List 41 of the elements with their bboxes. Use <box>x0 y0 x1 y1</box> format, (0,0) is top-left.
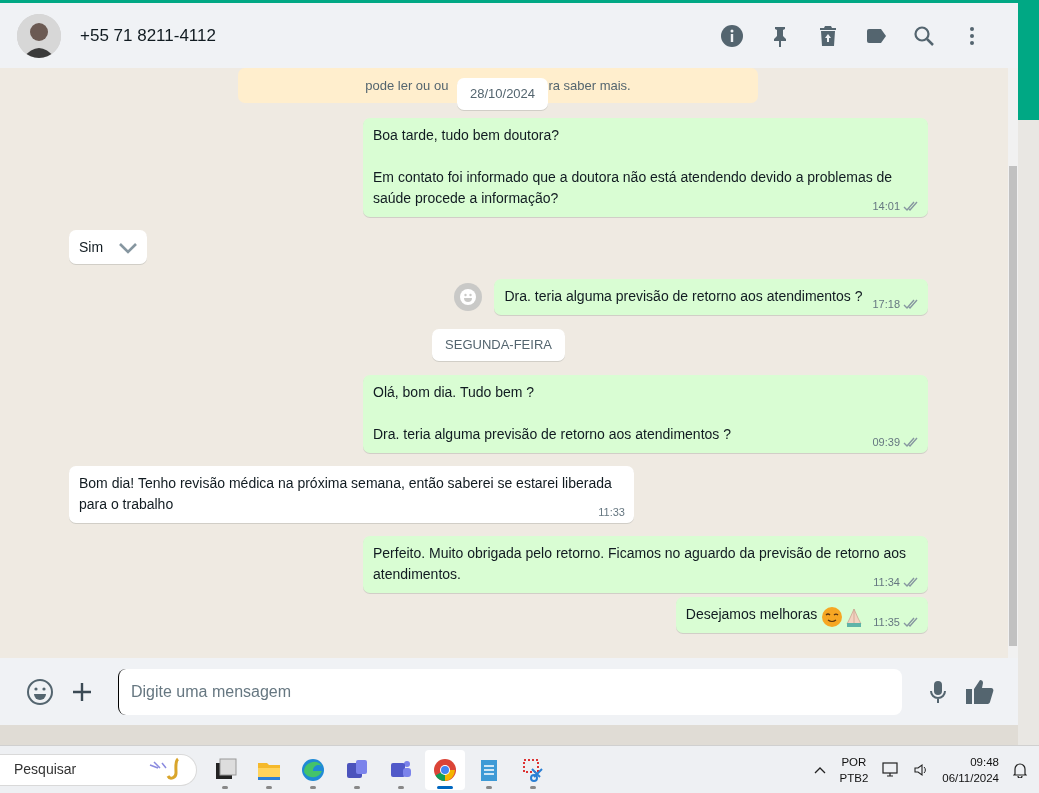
keyboard-layout[interactable]: PTB2 <box>839 769 869 786</box>
message-time: 11:34 <box>873 574 900 590</box>
language-indicator[interactable]: POR <box>839 753 869 770</box>
message-text: Sim <box>79 239 104 255</box>
menu-icon <box>970 26 974 45</box>
clock-time[interactable]: 09:48 <box>942 753 999 770</box>
date-chip: SEGUNDA-FEIRA <box>432 329 565 361</box>
message-text: Dra. teria alguma previsão de retorno aos atendimentos ? <box>504 288 863 304</box>
smiley-icon <box>459 288 478 306</box>
browser-icon <box>300 756 326 783</box>
volume-icon[interactable] <box>914 762 929 777</box>
message-text: Boa tarde, tudo bem doutora? <box>373 126 561 145</box>
message-time: 14:01 <box>872 199 900 214</box>
clock-date[interactable]: 06/11/2024 <box>942 769 999 786</box>
search-icon <box>912 23 936 48</box>
chevron-up-icon[interactable] <box>813 765 826 774</box>
message-text: Olá, bom dia. Tudo bem ? <box>373 382 536 402</box>
bell-icon[interactable] <box>1013 761 1027 778</box>
contact-avatar[interactable] <box>17 13 61 58</box>
taskbar-search[interactable]: Pesquisar <box>0 753 197 786</box>
snipping-icon <box>520 756 546 783</box>
message-time: 17:18 <box>872 297 900 312</box>
chevron-down-icon[interactable] <box>117 241 140 256</box>
network-icon[interactable] <box>882 761 901 778</box>
notice-text: pode ler ou ou <box>365 76 449 95</box>
message-time: 11:35 <box>873 614 900 630</box>
message-text: Desejamos melhoras <box>685 605 818 622</box>
info-icon <box>720 23 744 48</box>
scrollbar[interactable] <box>1008 68 1018 658</box>
thumbs-up-icon <box>965 677 995 706</box>
notice-text: ra saber mais. <box>548 76 631 95</box>
scrollbar-thumb[interactable] <box>1009 166 1017 646</box>
message-time: 11:33 <box>598 504 625 520</box>
search-placeholder: Pesquisar <box>14 760 78 779</box>
message-input[interactable]: Digite uma mensagem <box>118 668 902 715</box>
emoji-icon <box>26 677 54 706</box>
date-chip: 28/10/2024 <box>457 78 549 110</box>
message-time: 09:39 <box>872 434 900 450</box>
praying-hands-icon <box>845 606 864 629</box>
message-text: Dra. teria alguma previsão de retorno aos atendimentos ? <box>373 425 731 442</box>
browser-icon <box>432 756 458 783</box>
